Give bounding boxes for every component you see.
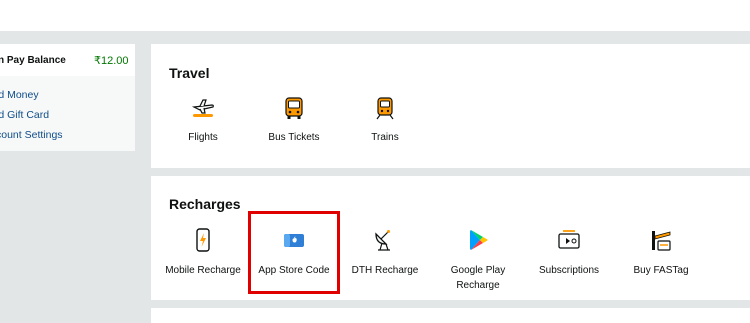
travel-title: Travel <box>169 65 210 81</box>
tile-mobile-recharge[interactable]: Mobile Recharge <box>158 228 248 278</box>
balance-header: n Pay Balance ₹12.00 <box>0 44 135 76</box>
tile-dth-recharge[interactable]: DTH Recharge <box>340 228 430 278</box>
tile-label: Mobile Recharge <box>165 265 241 276</box>
bus-icon <box>285 97 303 119</box>
tile-label: DTH Recharge <box>351 265 419 276</box>
tile-bus-tickets[interactable]: Bus Tickets <box>249 96 339 144</box>
tile-label: Google Play Recharge <box>450 265 506 291</box>
pay-balance-card: n Pay Balance ₹12.00 ld Money ld Gift Ca… <box>0 44 135 151</box>
tile-label: Buy FASTag <box>633 265 689 276</box>
train-icon <box>376 97 394 120</box>
tile-trains[interactable]: Trains <box>340 96 430 144</box>
tile-label: Flights <box>188 132 218 143</box>
tile-label: Subscriptions <box>538 265 600 276</box>
tile-label: Bus Tickets <box>268 132 320 143</box>
travel-panel: Travel Flights Bus Tickets Trains <box>151 44 750 168</box>
tile-flights[interactable]: Flights <box>158 96 248 144</box>
tile-label: Trains <box>371 132 399 143</box>
subscriptions-icon <box>558 230 580 249</box>
balance-label: n Pay Balance <box>0 55 66 66</box>
add-money-link[interactable]: ld Money <box>0 89 39 101</box>
tile-buy-fastag[interactable]: Buy FASTag <box>616 228 706 278</box>
account-settings-link[interactable]: count Settings <box>0 129 63 141</box>
satellite-dish-icon <box>375 230 390 251</box>
top-bar <box>0 0 750 31</box>
mobile-recharge-icon <box>196 228 210 252</box>
tile-google-play-recharge[interactable]: Google Play Recharge <box>433 228 523 294</box>
tile-subscriptions[interactable]: Subscriptions <box>524 228 614 278</box>
airplane-icon <box>191 99 214 117</box>
balance-amount: ₹12.00 <box>94 55 129 67</box>
recharges-title: Recharges <box>169 196 241 212</box>
highlight-box <box>248 211 340 294</box>
add-gift-card-link[interactable]: ld Gift Card <box>0 109 49 121</box>
fastag-toll-icon <box>652 231 671 251</box>
google-play-icon <box>470 230 488 250</box>
recharges-panel: Recharges Mobile Recharge App Store Code… <box>151 176 750 300</box>
next-section-panel <box>151 308 750 323</box>
